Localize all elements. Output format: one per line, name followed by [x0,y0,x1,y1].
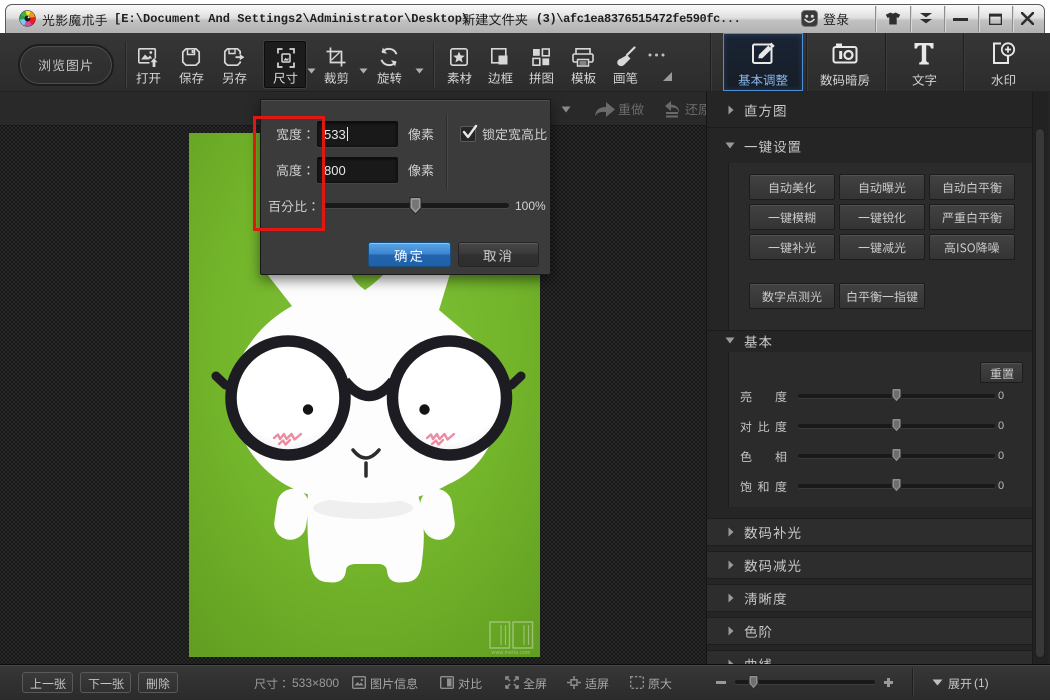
svg-text:www.meitu.com: www.meitu.com [492,650,531,656]
